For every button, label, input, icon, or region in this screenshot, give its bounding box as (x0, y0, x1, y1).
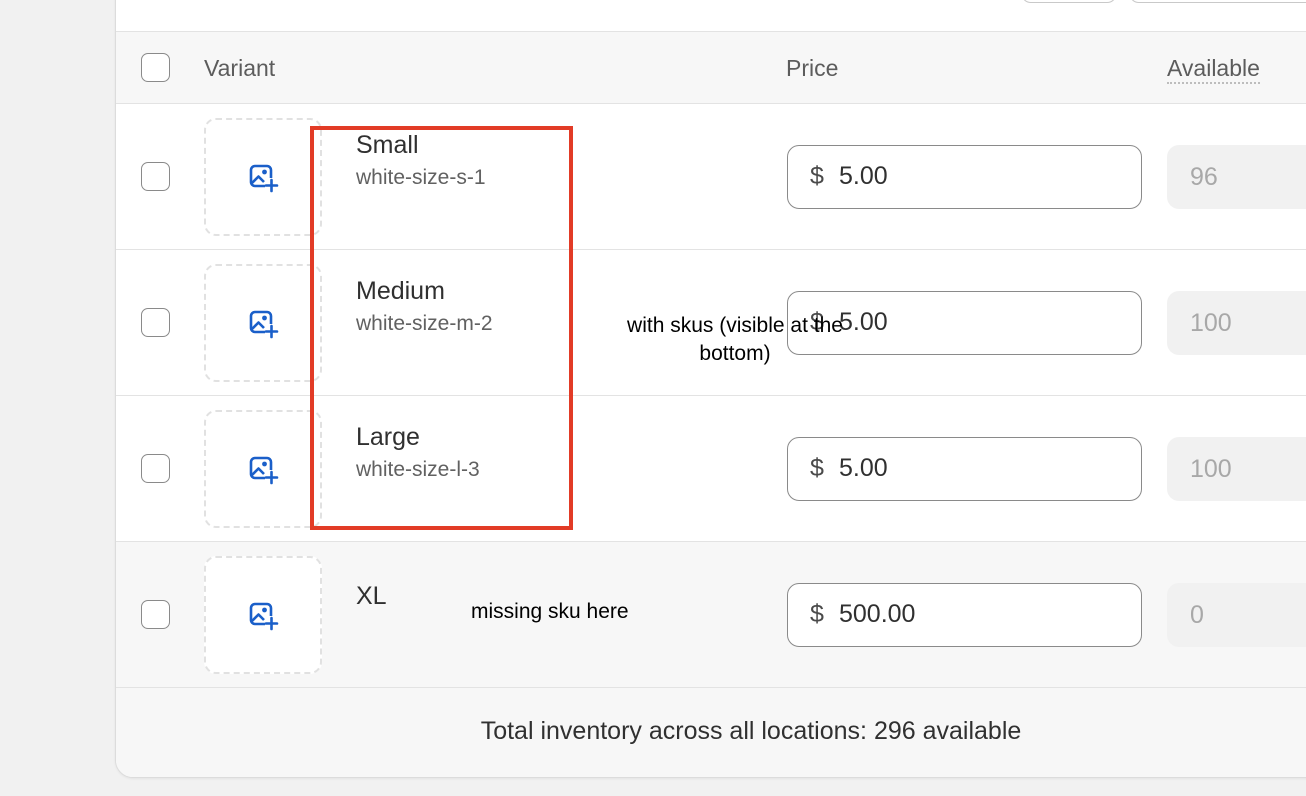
table-row[interactable]: Large white-size-l-3 $ 5.00 100 (116, 396, 1306, 542)
available-value: 0 (1190, 601, 1204, 629)
select-all-checkbox[interactable] (141, 53, 170, 82)
price-value[interactable]: 5.00 (839, 438, 888, 499)
currency-symbol: $ (810, 162, 824, 190)
price-value[interactable]: 500.00 (839, 584, 915, 645)
skus-annotation: with skus (visible at the bottom) (627, 314, 843, 365)
header-variant[interactable]: Variant (204, 32, 275, 105)
currency-symbol: $ (810, 454, 824, 482)
image-add-icon (249, 310, 279, 339)
variant-image-placeholder[interactable] (204, 556, 322, 674)
table-footer: Total inventory across all locations: 29… (116, 688, 1306, 777)
available-value: 100 (1190, 455, 1232, 483)
header-available[interactable]: Available (1167, 54, 1260, 84)
row-checkbox[interactable] (141, 308, 170, 337)
price-input[interactable]: $ 5.00 (787, 437, 1142, 501)
sku-highlight-box (310, 126, 573, 530)
table-header: Variant Price Available (116, 31, 1306, 104)
available-input[interactable]: 96 (1167, 145, 1306, 209)
row-checkbox[interactable] (141, 162, 170, 191)
image-add-icon (249, 164, 279, 193)
top-action-button-2[interactable] (1129, 0, 1306, 3)
variant-image-placeholder[interactable] (204, 118, 322, 236)
price-input[interactable]: $ 5.00 (787, 145, 1142, 209)
available-input[interactable]: 100 (1167, 437, 1306, 501)
price-input[interactable]: $ 500.00 (787, 583, 1142, 647)
table-row[interactable]: XL $ 500.00 0 (116, 542, 1306, 688)
currency-symbol: $ (810, 600, 824, 628)
price-value[interactable]: 5.00 (839, 146, 888, 207)
available-input[interactable]: 100 (1167, 291, 1306, 355)
variant-image-placeholder[interactable] (204, 264, 322, 382)
row-checkbox[interactable] (141, 454, 170, 483)
variants-card: Variant Price Available Small white-size… (115, 0, 1306, 778)
variant-name[interactable]: XL (356, 582, 387, 611)
header-price[interactable]: Price (786, 32, 838, 105)
available-value: 96 (1190, 163, 1218, 191)
row-checkbox[interactable] (141, 600, 170, 629)
missing-sku-annotation: missing sku here (471, 600, 629, 623)
image-add-icon (249, 456, 279, 485)
available-input[interactable]: 0 (1167, 583, 1306, 647)
variant-image-placeholder[interactable] (204, 410, 322, 528)
table-row[interactable]: Small white-size-s-1 $ 5.00 96 (116, 104, 1306, 250)
available-value: 100 (1190, 309, 1232, 337)
total-inventory-text: Total inventory across all locations: 29… (480, 717, 1022, 745)
top-action-button-1[interactable] (1021, 0, 1117, 3)
image-add-icon (249, 602, 279, 631)
